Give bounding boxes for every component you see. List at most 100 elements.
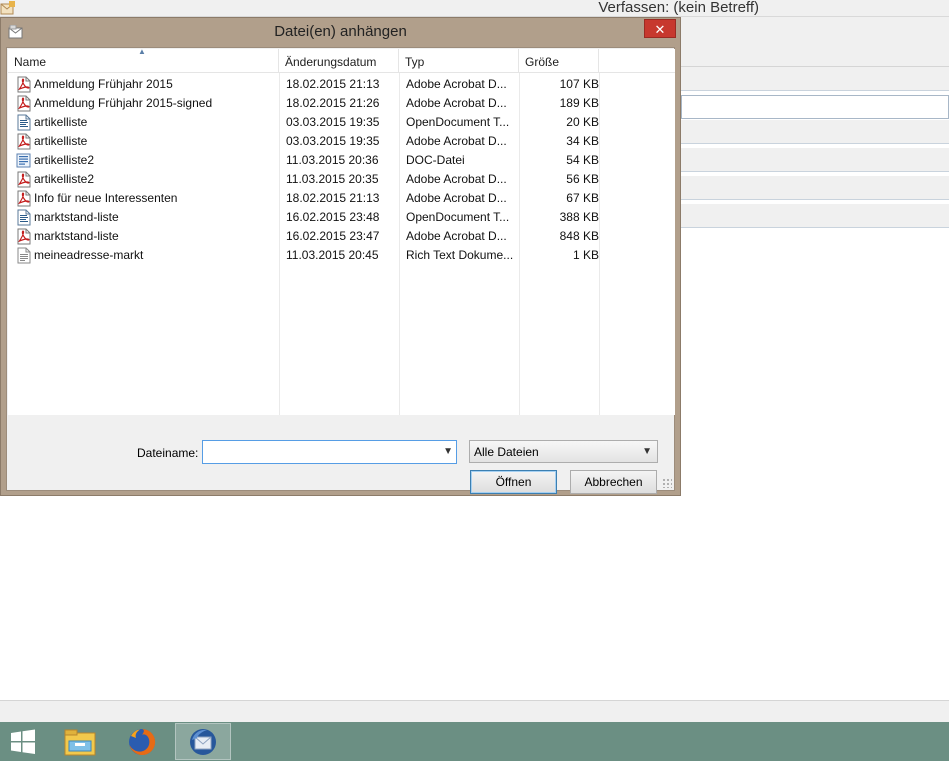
file-list[interactable]: Name ▲ Änderungsdatum Typ Größe Anmeldun… — [8, 49, 675, 415]
column-header-type[interactable]: Typ — [399, 49, 519, 73]
compose-recipient-row[interactable] — [681, 120, 949, 144]
pdf-file-icon — [15, 228, 32, 245]
file-date: 16.02.2015 23:48 — [286, 210, 380, 224]
cancel-button[interactable]: Abbrechen — [570, 470, 657, 494]
column-type-label: Typ — [405, 55, 425, 69]
chevron-down-icon: ▼ — [642, 446, 652, 457]
file-row[interactable]: marktstand-liste 16.02.2015 23:47 Adobe Ac… — [8, 227, 608, 246]
file-size: 34 KB — [566, 134, 599, 148]
file-row[interactable]: meineadresse-markt 11.03.2015 20:45 Rich T… — [8, 246, 608, 265]
file-size: 56 KB — [566, 172, 599, 186]
open-button[interactable]: Öffnen — [470, 470, 557, 494]
sort-ascending-icon: ▲ — [138, 49, 146, 56]
file-type: Adobe Acrobat D... — [406, 191, 507, 205]
thunderbird-button[interactable] — [175, 723, 231, 760]
file-name: marktstand-liste — [34, 229, 119, 243]
file-date: 16.02.2015 23:47 — [286, 229, 380, 243]
file-row[interactable]: Anmeldung Frühjahr 2015-signed 18.02.2015… — [8, 94, 608, 113]
file-name-cell: artikelliste — [15, 113, 279, 132]
file-date: 11.03.2015 20:35 — [286, 172, 379, 186]
compose-recipient-row[interactable] — [681, 148, 949, 172]
firefox-icon — [129, 728, 156, 755]
resize-grip-icon[interactable] — [662, 478, 672, 488]
file-date: 11.03.2015 20:36 — [286, 153, 379, 167]
filename-combobox[interactable]: ▼ — [202, 440, 457, 464]
file-size: 388 KB — [559, 210, 599, 224]
dialog-client-area: Name ▲ Änderungsdatum Typ Größe Anmeldun… — [6, 47, 675, 494]
file-row[interactable]: artikelliste 03.03.2015 19:35 OpenDocument… — [8, 113, 608, 132]
close-icon: ✕ — [654, 22, 666, 37]
file-date: 18.02.2015 21:13 — [286, 191, 380, 205]
compose-from-field[interactable] — [681, 95, 949, 119]
file-type: Adobe Acrobat D... — [406, 172, 507, 186]
rtf-file-icon — [15, 247, 32, 264]
file-name-cell: artikelliste2 — [15, 151, 279, 170]
file-row[interactable]: marktstand-liste 16.02.2015 23:48 OpenDocu… — [8, 208, 608, 227]
file-name-cell: meineadresse-markt — [15, 246, 279, 265]
compose-window-titlebar: Verfassen: (kein Betreff) — [0, 0, 949, 17]
file-size: 107 KB — [559, 77, 599, 91]
file-date: 11.03.2015 20:45 — [286, 248, 379, 262]
file-name: marktstand-liste — [34, 210, 119, 224]
file-row[interactable]: Anmeldung Frühjahr 2015 18.02.2015 21:13 A… — [8, 75, 608, 94]
file-size: 189 KB — [559, 96, 599, 110]
file-explorer-icon — [64, 729, 96, 755]
file-size: 848 KB — [559, 229, 599, 243]
column-date-label: Änderungsdatum — [285, 55, 377, 69]
column-size-label: Größe — [525, 55, 560, 69]
pdf-file-icon — [15, 95, 32, 112]
file-row[interactable]: artikelliste 03.03.2015 19:35 Adobe Acroba… — [8, 132, 608, 151]
odt-file-icon — [15, 114, 32, 131]
file-size: 1 KB — [572, 248, 599, 262]
file-explorer-button[interactable] — [52, 723, 108, 760]
file-type-filter-value: Alle Dateien — [474, 445, 539, 459]
file-date: 03.03.2015 19:35 — [286, 115, 380, 129]
compose-statusbar — [0, 700, 949, 722]
column-header-size[interactable]: Größe — [519, 49, 599, 73]
taskbar — [0, 722, 949, 761]
file-date: 18.02.2015 21:26 — [286, 96, 380, 110]
file-type: OpenDocument T... — [406, 115, 510, 129]
firefox-button[interactable] — [114, 723, 170, 760]
file-name-cell: artikelliste2 — [15, 170, 279, 189]
filename-label: Dateiname: — [137, 446, 199, 460]
file-size: 67 KB — [566, 191, 599, 205]
file-type: DOC-Datei — [406, 153, 465, 167]
pdf-file-icon — [15, 133, 32, 150]
compose-subject-row[interactable] — [681, 204, 949, 228]
file-type: Rich Text Dokume... — [406, 248, 514, 262]
file-type: Adobe Acrobat D... — [406, 96, 507, 110]
column-header-date[interactable]: Änderungsdatum — [279, 49, 399, 73]
pdf-file-icon — [15, 76, 32, 93]
dialog-titlebar[interactable]: Datei(en) anhängen ✕ — [1, 18, 680, 46]
thunderbird-icon — [190, 728, 216, 755]
file-name: meineadresse-markt — [34, 248, 144, 262]
file-name-cell: marktstand-liste — [15, 208, 279, 227]
file-type: OpenDocument T... — [406, 210, 510, 224]
column-header-name[interactable]: Name ▲ — [8, 49, 279, 73]
attach-file-dialog: Datei(en) anhängen ✕ Name ▲ Änderungsdat… — [0, 17, 681, 496]
chevron-down-icon[interactable]: ▼ — [443, 446, 453, 457]
file-date: 03.03.2015 19:35 — [286, 134, 380, 148]
compose-recipient-row[interactable] — [681, 176, 949, 200]
file-type: Adobe Acrobat D... — [406, 77, 507, 91]
dialog-title: Datei(en) anhängen — [274, 23, 407, 40]
file-name: artikelliste2 — [34, 153, 95, 167]
filename-input[interactable] — [205, 443, 433, 461]
file-list-header: Name ▲ Änderungsdatum Typ Größe — [8, 49, 675, 73]
file-type: Adobe Acrobat D... — [406, 134, 507, 148]
windows-start-button[interactable] — [0, 723, 46, 760]
file-name-cell: artikelliste — [15, 132, 279, 151]
pdf-file-icon — [15, 171, 32, 188]
windows-start-icon — [11, 729, 35, 754]
close-button[interactable]: ✕ — [644, 19, 676, 38]
file-name-cell: Anmeldung Frühjahr 2015 — [15, 75, 279, 94]
file-date: 18.02.2015 21:13 — [286, 77, 380, 91]
file-type: Adobe Acrobat D... — [406, 229, 507, 243]
file-row[interactable]: Info für neue Interessenten 18.02.2015 21… — [8, 189, 608, 208]
compose-header-row — [681, 67, 949, 91]
pdf-file-icon — [15, 190, 32, 207]
file-type-filter[interactable]: Alle Dateien ▼ — [469, 440, 658, 463]
file-row[interactable]: artikelliste2 11.03.2015 20:36 DOC-Datei 54… — [8, 151, 608, 170]
file-row[interactable]: artikelliste2 11.03.2015 20:35 Adobe Acrob… — [8, 170, 608, 189]
